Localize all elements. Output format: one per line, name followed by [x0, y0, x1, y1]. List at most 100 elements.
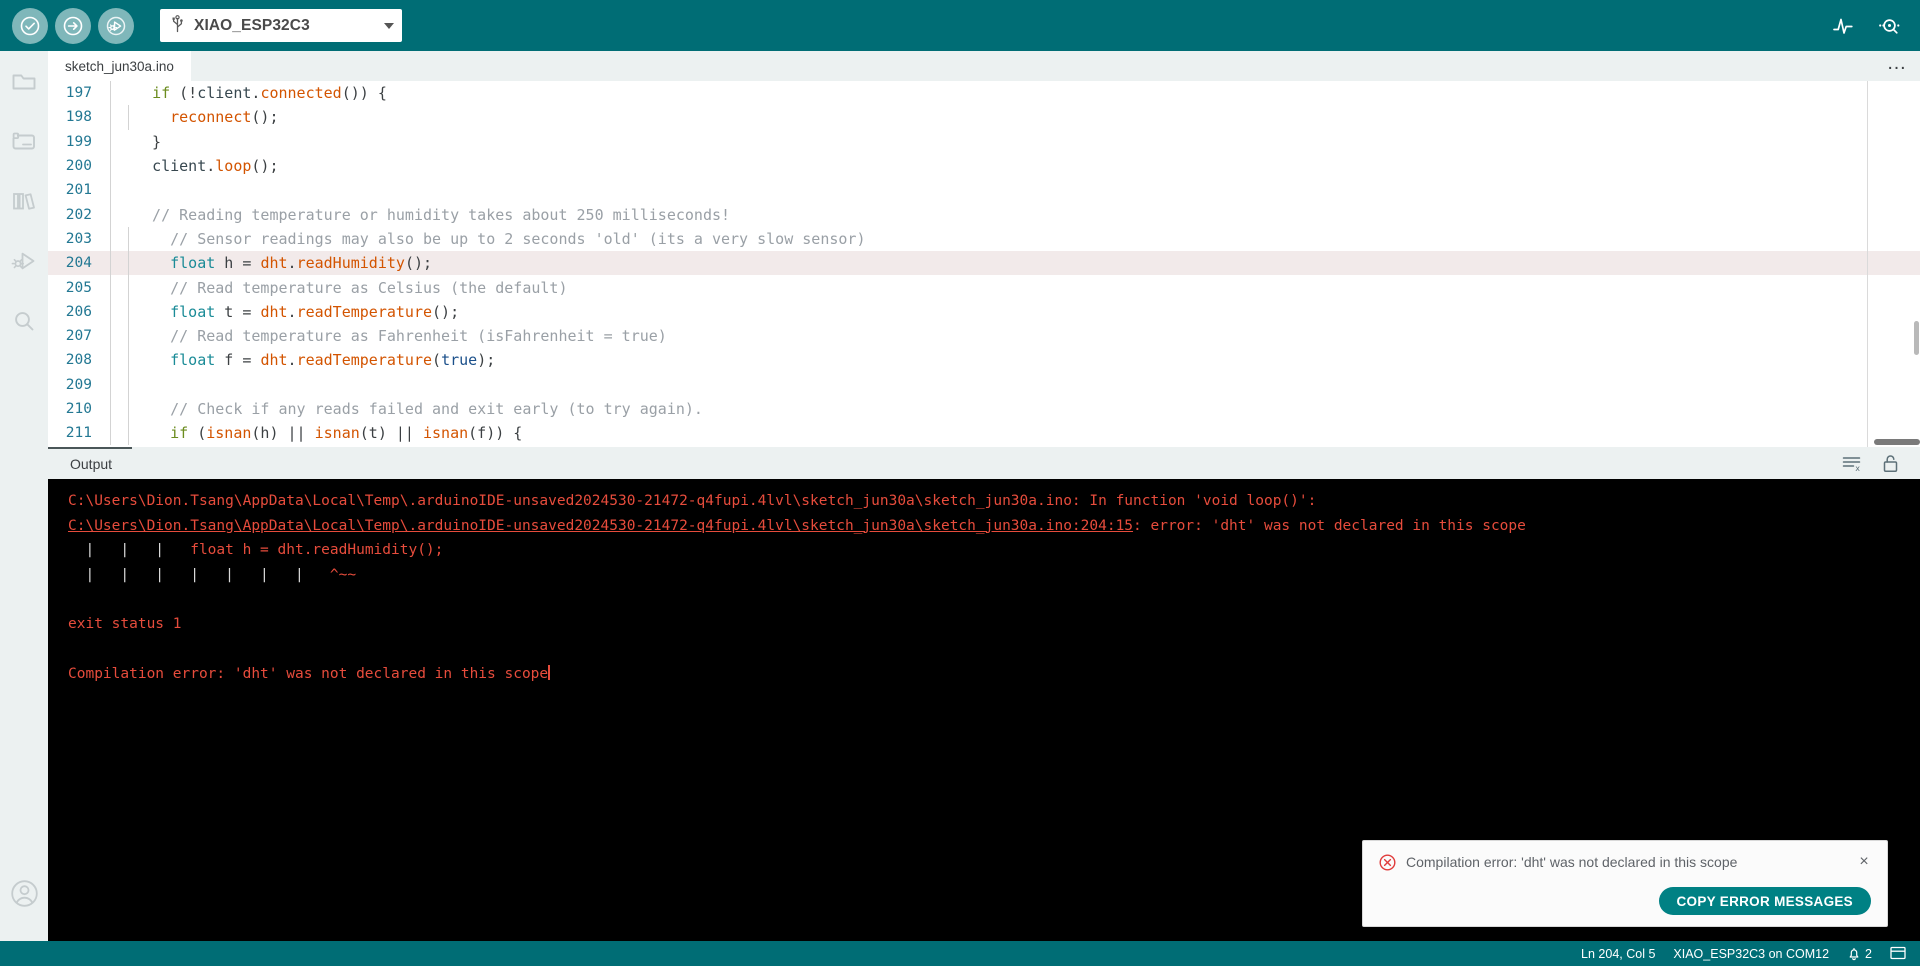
sidebar-item-search[interactable] — [0, 291, 48, 351]
code-text: if (!client.connected()) { — [134, 84, 1920, 102]
code-text: // Read temperature as Fahrenheit (isFah… — [134, 327, 1920, 345]
output-panel-actions: x — [1842, 454, 1899, 473]
line-number: 209 — [65, 376, 92, 393]
code-token: readHumidity — [296, 254, 405, 273]
status-cursor-position[interactable]: Ln 204, Col 5 — [1581, 947, 1655, 961]
console-error-detail: : error: 'dht' was not declared in this … — [1133, 517, 1526, 534]
error-circle-icon — [1379, 854, 1396, 876]
console-line[interactable]: C:\Users\Dion.Tsang\AppData\Local\Temp\.… — [68, 518, 1920, 543]
code-token: (t) || — [359, 424, 423, 443]
indent-guides — [96, 202, 134, 227]
code-line[interactable]: 204 float h = dht.readHumidity(); — [48, 251, 1920, 276]
account-circle-icon — [10, 879, 38, 907]
code-body: 197 if (!client.connected()) {198 reconn… — [48, 81, 1920, 446]
debug-button[interactable] — [98, 7, 134, 44]
code-line[interactable]: 202 // Reading temperature or humidity t… — [48, 202, 1920, 227]
console-error-link[interactable]: C:\Users\Dion.Tsang\AppData\Local\Temp\.… — [68, 518, 1133, 534]
debug-icon — [11, 252, 34, 270]
toggle-auto-scroll-icon[interactable] — [1882, 454, 1899, 473]
code-token: . — [287, 254, 297, 273]
clear-output-icon[interactable]: x — [1842, 455, 1862, 472]
panel-toggle-icon — [1890, 946, 1906, 961]
magnifier-icon — [14, 312, 33, 331]
status-board-port[interactable]: XIAO_ESP32C3 on COM12 — [1673, 947, 1829, 961]
code-token: reconnect — [170, 108, 252, 127]
sidebar-item-sketchbook[interactable] — [0, 51, 48, 111]
indent-guide — [110, 226, 111, 252]
tab-sketch-file[interactable]: sketch_jun30a.ino — [48, 51, 191, 81]
code-line[interactable]: 198 reconnect(); — [48, 105, 1920, 130]
code-line[interactable]: 208 float f = dht.readTemperature(true); — [48, 348, 1920, 373]
arrow-right-circle-icon — [63, 16, 83, 35]
folder-icon — [12, 74, 35, 90]
indent-guide — [110, 275, 111, 300]
sidebar-item-debug[interactable] — [0, 231, 48, 291]
code-token: // Check if any reads failed and exit ea… — [134, 400, 703, 418]
indent-guide — [110, 178, 111, 203]
copy-error-messages-button[interactable]: COPY ERROR MESSAGES — [1658, 887, 1871, 915]
indent-guides — [96, 372, 134, 397]
upload-button[interactable] — [55, 7, 91, 44]
indent-guide — [110, 348, 111, 373]
code-text: // Read temperature as Celsius (the defa… — [134, 279, 1920, 297]
close-icon[interactable]: × — [1855, 853, 1873, 871]
tab-bar-more-icon[interactable]: … — [1874, 51, 1920, 81]
tab-output[interactable]: Output — [48, 447, 133, 479]
error-notification-toast: Compilation error: 'dht' was not declare… — [1362, 840, 1888, 927]
board-selector[interactable]: XIAO_ESP32C3 — [160, 9, 402, 42]
code-editor[interactable]: 197 if (!client.connected()) {198 reconn… — [48, 81, 1920, 447]
indent-guide — [128, 323, 129, 349]
boards-manager-icon — [12, 132, 35, 150]
account-button[interactable] — [0, 863, 48, 923]
code-token: // Reading temperature or humidity takes… — [134, 205, 731, 224]
code-token: (); — [432, 302, 460, 321]
toggle-bottom-panel-button[interactable] — [1890, 946, 1906, 961]
code-text: // Check if any reads failed and exit ea… — [134, 400, 1920, 418]
indent-guide — [110, 105, 111, 130]
sidebar-item-boards-manager[interactable] — [0, 111, 48, 171]
toast-message-row: Compilation error: 'dht' was not declare… — [1379, 853, 1873, 876]
svg-text:x: x — [1855, 464, 1860, 472]
code-line[interactable]: 210 // Check if any reads failed and exi… — [48, 396, 1920, 422]
arduino-ide-window: XIAO_ESP32C3 sketch_jun30a.ino … 197 if … — [0, 0, 1920, 966]
code-token: client — [197, 84, 252, 103]
line-number: 197 — [65, 85, 92, 102]
code-line[interactable]: 199 } — [48, 129, 1920, 154]
console-line: Compilation error: 'dht' was not declare… — [68, 664, 1920, 690]
console-line: | | | float h = dht.readHumidity(); — [68, 542, 1920, 567]
indent-guide — [110, 396, 111, 422]
sidebar-item-library-manager[interactable] — [0, 171, 48, 231]
serial-plotter-icon[interactable] — [1832, 15, 1855, 36]
code-line[interactable]: 206 float t = dht.readTemperature(); — [48, 299, 1920, 324]
code-line[interactable]: 203 // Sensor readings may also be up to… — [48, 226, 1920, 252]
code-line[interactable]: 209 — [48, 372, 1920, 397]
editor-vertical-scrollbar[interactable] — [1914, 321, 1919, 355]
editor-horizontal-scrollbar[interactable] — [1874, 439, 1920, 445]
code-line[interactable]: 207 // Read temperature as Fahrenheit (i… — [48, 323, 1920, 349]
editor-tab-bar: sketch_jun30a.ino … — [48, 51, 1920, 81]
code-line[interactable]: 201 — [48, 178, 1920, 203]
code-text: // Sensor readings may also be up to 2 s… — [134, 230, 1920, 248]
serial-monitor-icon[interactable] — [1877, 15, 1902, 36]
indent-guides — [96, 226, 134, 252]
indent-guide — [110, 202, 111, 227]
code-line[interactable]: 200 client.loop(); — [48, 153, 1920, 179]
line-number: 204 — [65, 255, 92, 272]
indent-guide — [110, 129, 111, 154]
code-token: // Sensor readings may also be up to 2 s… — [134, 229, 866, 248]
code-token: if — [170, 424, 189, 443]
editor-vertical-rule — [1867, 81, 1868, 447]
status-notifications[interactable]: 2 — [1847, 946, 1872, 962]
code-token: (); — [251, 108, 279, 127]
verify-button[interactable] — [12, 7, 48, 44]
code-line[interactable]: 205 // Read temperature as Celsius (the … — [48, 275, 1920, 300]
code-token: . — [287, 302, 297, 321]
indent-guide — [128, 226, 129, 252]
code-line[interactable]: 211 if (isnan(h) || isnan(t) || isnan(f)… — [48, 421, 1920, 446]
code-line[interactable]: 197 if (!client.connected()) { — [48, 81, 1920, 106]
